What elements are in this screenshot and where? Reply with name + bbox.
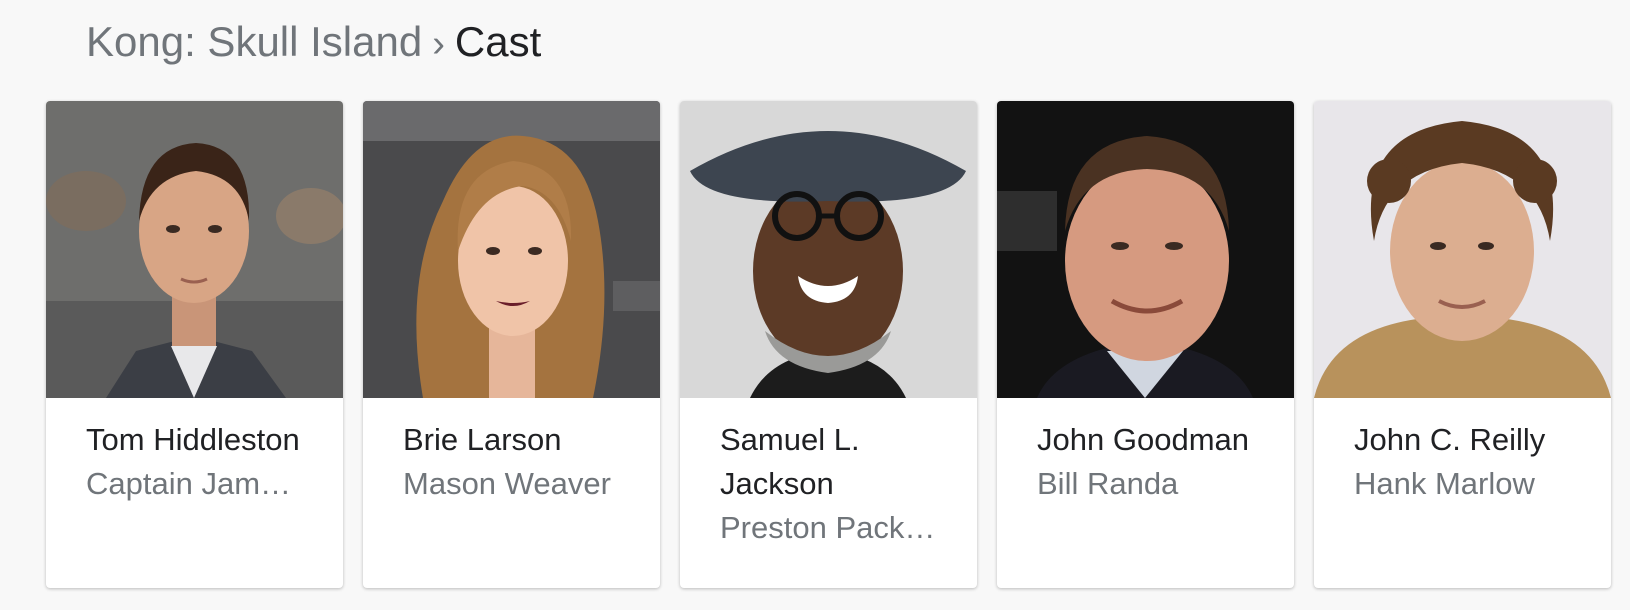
chevron-right-icon: › [432,23,445,65]
cast-card[interactable]: John C. Reilly Hank Marlow [1314,101,1611,588]
actor-photo [46,101,343,398]
actor-photo [1314,101,1611,398]
breadcrumb: Kong: Skull Island › Cast [86,16,541,70]
actor-name-line1: Samuel L. [720,422,860,457]
actor-name: John Goodman [1037,418,1274,462]
actor-name: John C. Reilly [1354,418,1591,462]
character-name: Captain Jam… [86,466,292,501]
cast-carousel: Tom Hiddleston Captain Jam… Brie Larson … [46,101,1611,588]
character-name: Preston Pack… [720,510,936,545]
character-name: Bill Randa [1037,466,1179,501]
actor-name-line2: Jackson [720,466,834,501]
cast-card[interactable]: Tom Hiddleston Captain Jam… [46,101,343,588]
cast-card[interactable]: John Goodman Bill Randa [997,101,1294,588]
actor-photo [997,101,1294,398]
actor-photo [680,101,977,398]
character-name: Hank Marlow [1354,466,1535,501]
character-name: Mason Weaver [403,466,611,501]
actor-name-line2: Hiddleston [153,422,300,457]
actor-name: Tom Hiddleston [86,418,323,462]
actor-name: Samuel L. Jackson [720,418,957,506]
actor-name: Brie Larson [403,418,640,462]
actor-name-line1: Tom [86,422,145,457]
actor-name-line2: Goodman [1112,422,1249,457]
actor-name-line1: John C. Reilly [1354,422,1546,457]
breadcrumb-current: Cast [454,18,542,65]
actor-photo [363,101,660,398]
breadcrumb-parent-link[interactable]: Kong: Skull Island [86,18,422,65]
actor-name-line1: John [1037,422,1105,457]
actor-name-line1: Brie Larson [403,422,562,457]
cast-card[interactable]: Brie Larson Mason Weaver [363,101,660,588]
cast-card[interactable]: Samuel L. Jackson Preston Pack… [680,101,977,588]
